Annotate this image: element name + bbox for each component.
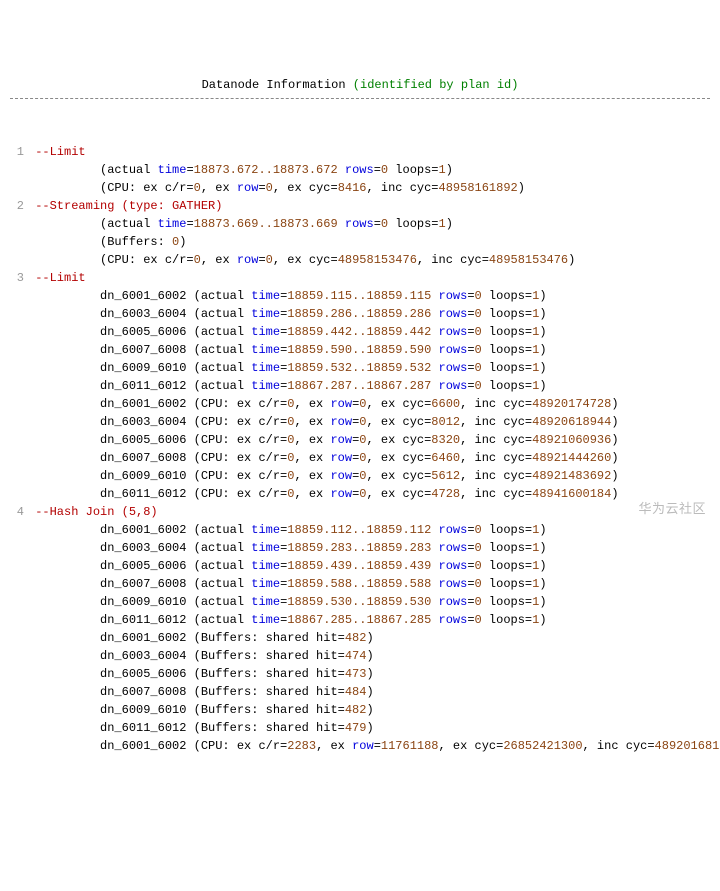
plan-detail-line: dn_6011_6012 (Buffers: shared hit=479) (10, 719, 710, 737)
plan-detail-line: dn_6003_6004 (actual time=18859.283..188… (10, 539, 710, 557)
plan-detail-line: (actual time=18873.672..18873.672 rows=0… (10, 161, 710, 179)
plan-detail-line: dn_6007_6008 (actual time=18859.590..188… (10, 341, 710, 359)
plan-detail-line: dn_6011_6012 (CPU: ex c/r=0, ex row=0, e… (10, 485, 710, 503)
plan-detail-line: dn_6009_6010 (Buffers: shared hit=482) (10, 701, 710, 719)
plan-detail-line: (actual time=18873.669..18873.669 rows=0… (10, 215, 710, 233)
plan-detail-line: dn_6001_6002 (CPU: ex c/r=0, ex row=0, e… (10, 395, 710, 413)
plan-detail-line: dn_6009_6010 (actual time=18859.530..188… (10, 593, 710, 611)
plan-detail-line: dn_6007_6008 (actual time=18859.588..188… (10, 575, 710, 593)
plan-detail-line: dn_6009_6010 (actual time=18859.532..188… (10, 359, 710, 377)
plan-detail-line: dn_6011_6012 (actual time=18867.285..188… (10, 611, 710, 629)
plan-detail-line: dn_6001_6002 (Buffers: shared hit=482) (10, 629, 710, 647)
plan-detail-line: dn_6005_6006 (actual time=18859.439..188… (10, 557, 710, 575)
plan-detail-line: dn_6005_6006 (Buffers: shared hit=473) (10, 665, 710, 683)
plan-detail-line: dn_6001_6002 (actual time=18859.115..188… (10, 287, 710, 305)
plan-detail-line: dn_6009_6010 (CPU: ex c/r=0, ex row=0, e… (10, 467, 710, 485)
plan-node-header: 2 --Streaming (type: GATHER) (10, 197, 710, 215)
watermark: 华为云社区 (638, 499, 706, 519)
plan-detail-line: (CPU: ex c/r=0, ex row=0, ex cyc=4895815… (10, 251, 710, 269)
plan-node-header: 3 --Limit (10, 269, 710, 287)
plan-detail-line: dn_6001_6002 (actual time=18859.112..188… (10, 521, 710, 539)
plan-detail-line: dn_6005_6006 (actual time=18859.442..188… (10, 323, 710, 341)
plan-detail-line: dn_6005_6006 (CPU: ex c/r=0, ex row=0, e… (10, 431, 710, 449)
page-title: Datanode Information (identified by plan… (10, 76, 710, 99)
plan-detail-line: dn_6007_6008 (CPU: ex c/r=0, ex row=0, e… (10, 449, 710, 467)
plan-detail-line: dn_6007_6008 (Buffers: shared hit=484) (10, 683, 710, 701)
plan-detail-line: dn_6003_6004 (actual time=18859.286..188… (10, 305, 710, 323)
plan-node-header: 1 --Limit (10, 143, 710, 161)
plan-detail-line: dn_6003_6004 (Buffers: shared hit=474) (10, 647, 710, 665)
plan-detail-line: (Buffers: 0) (10, 233, 710, 251)
plan-detail-line: dn_6003_6004 (CPU: ex c/r=0, ex row=0, e… (10, 413, 710, 431)
plan-detail-line: (CPU: ex c/r=0, ex row=0, ex cyc=8416, i… (10, 179, 710, 197)
plan-detail-line: dn_6001_6002 (CPU: ex c/r=2283, ex row=1… (10, 737, 710, 755)
plan-node-header: 4 --Hash Join (5,8) (10, 503, 710, 521)
plan-detail-line: dn_6011_6012 (actual time=18867.287..188… (10, 377, 710, 395)
plan-output: 1 --Limit (actual time=18873.672..18873.… (10, 143, 710, 755)
